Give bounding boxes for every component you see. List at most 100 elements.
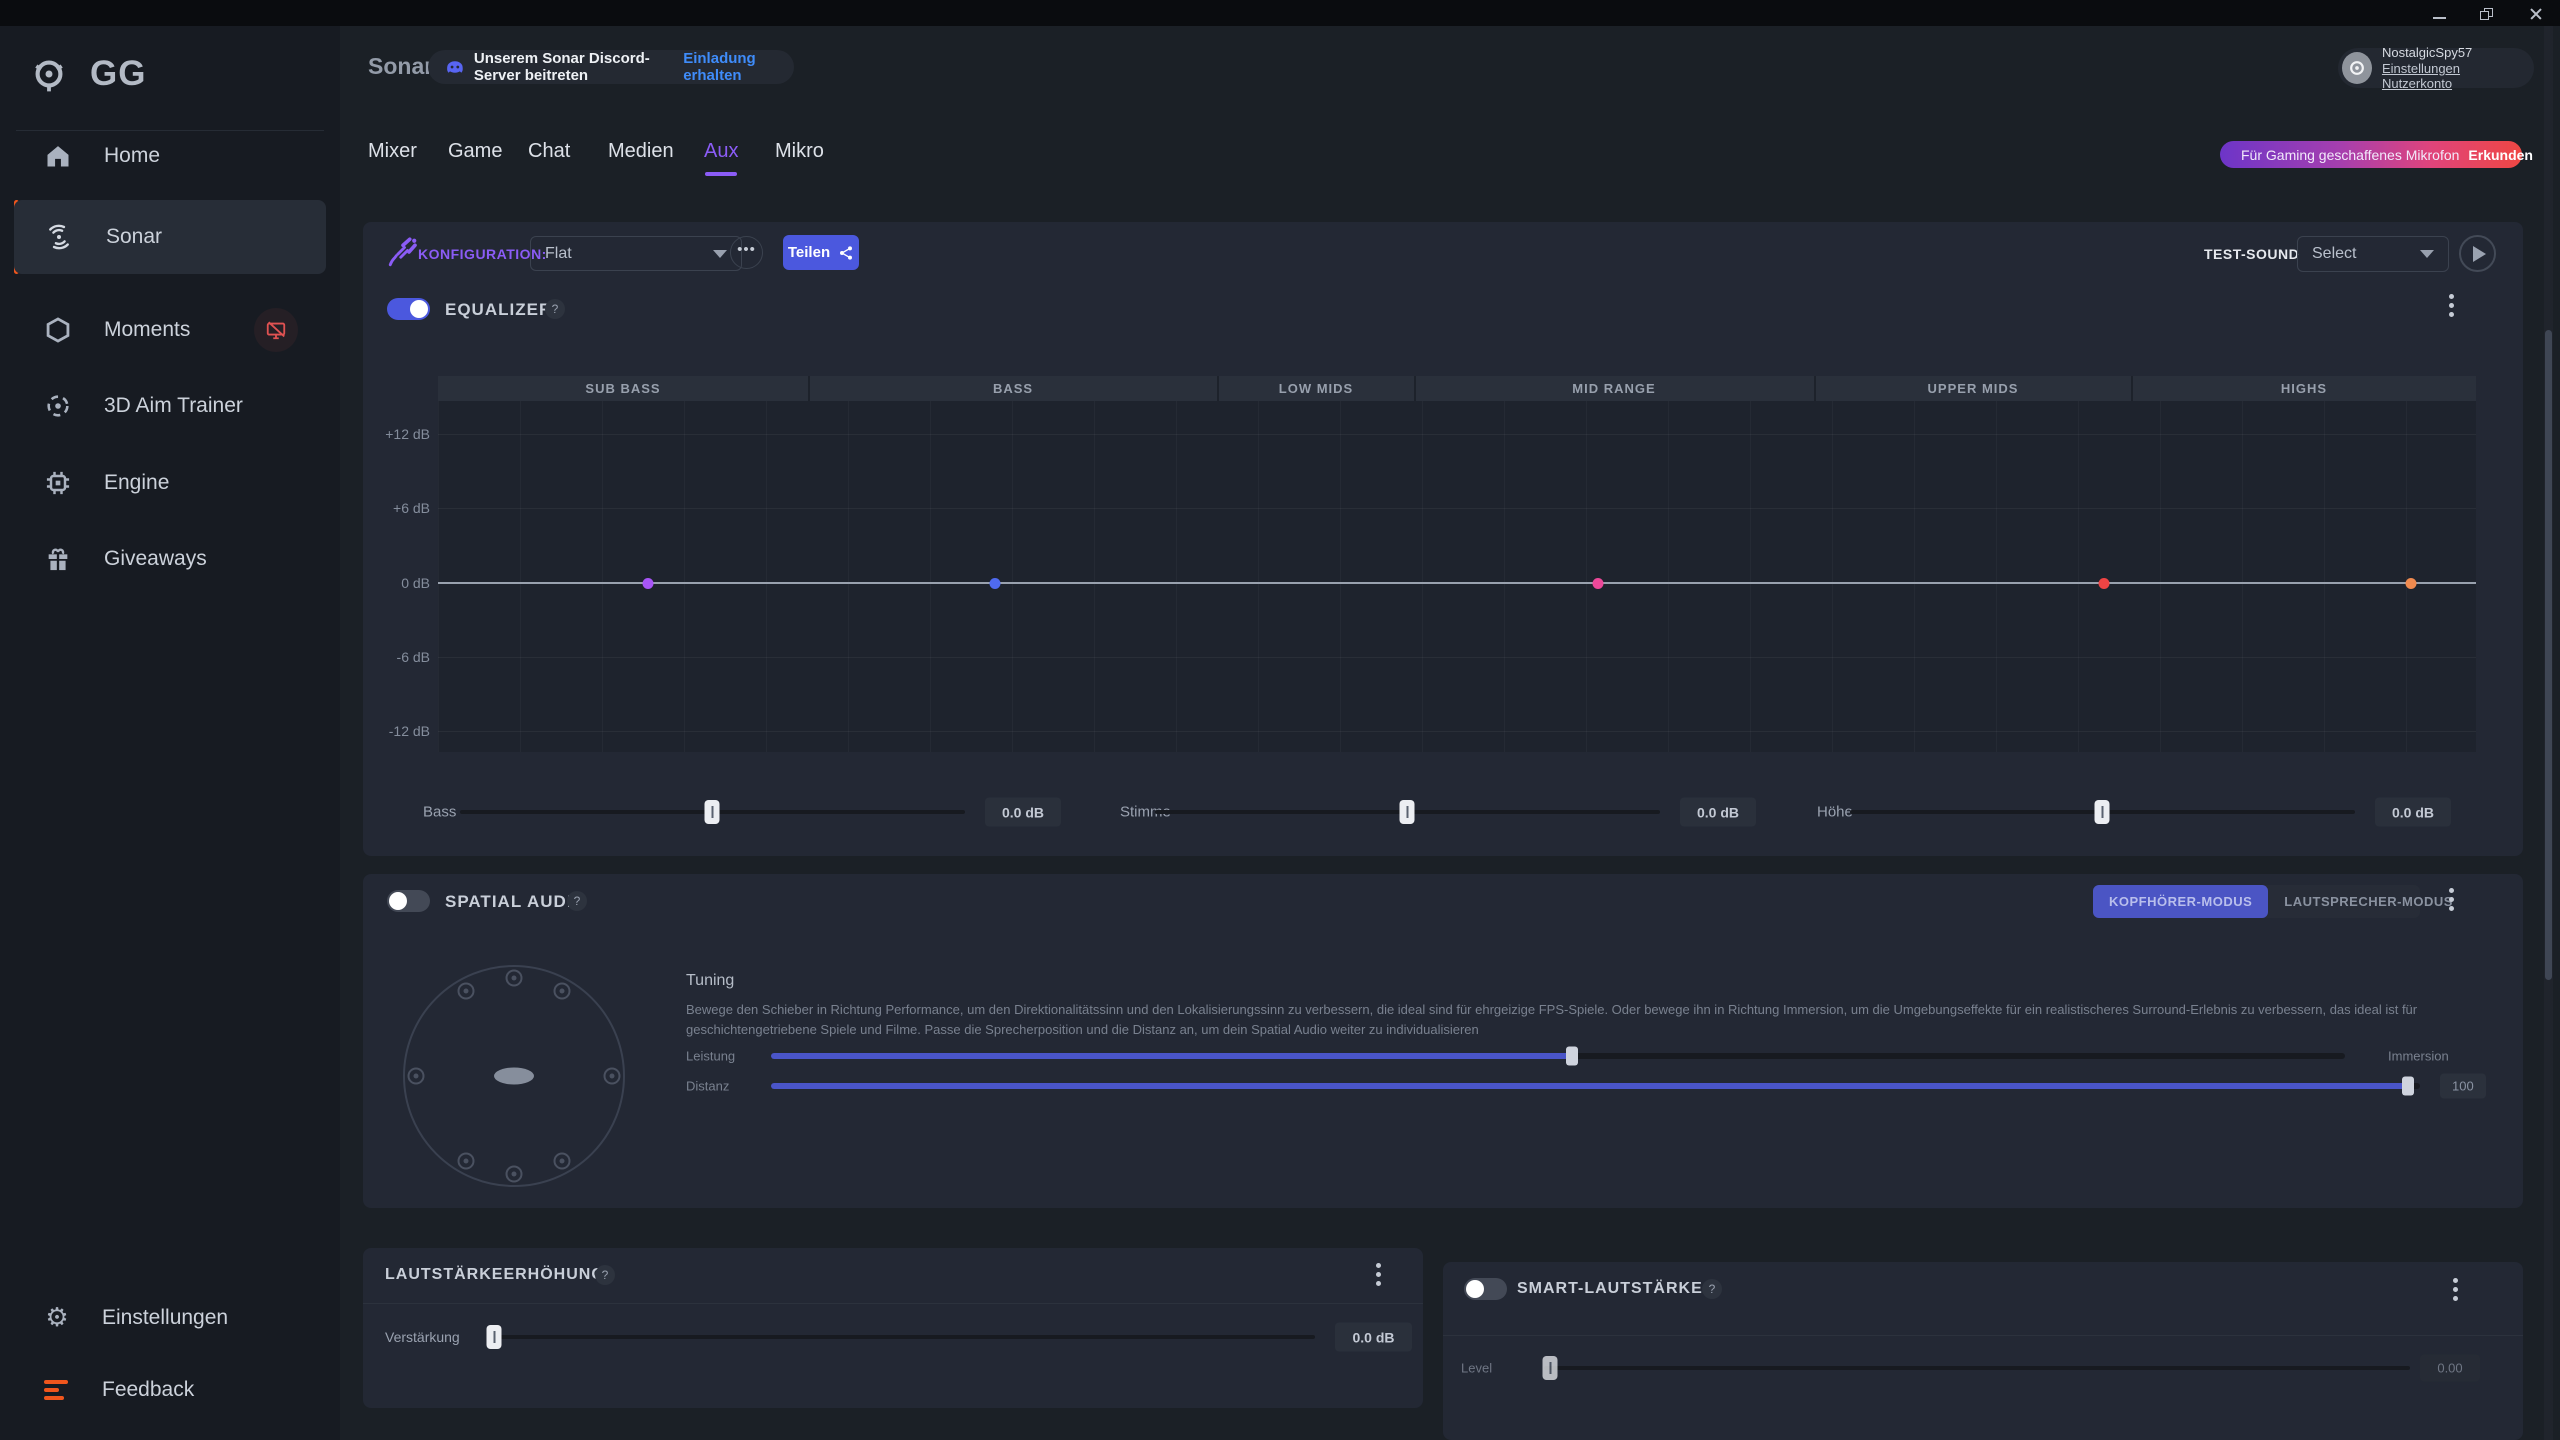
headphone-mode-button[interactable]: KOPFHÖRER-MODUS <box>2093 885 2269 918</box>
share-button[interactable]: Teilen <box>783 235 859 270</box>
configuration-jack-icon <box>388 237 417 267</box>
speaker-node-bottom[interactable] <box>505 1165 523 1183</box>
speaker-node-top-left[interactable] <box>457 982 475 1000</box>
configuration-select[interactable]: Flat <box>530 236 742 271</box>
sidebar-item-sonar[interactable]: Sonar <box>14 200 326 274</box>
divider <box>1443 1335 2523 1336</box>
band-label: SUB BASS <box>585 381 661 396</box>
volume-boost-menu-icon[interactable] <box>1376 1263 1382 1286</box>
sidebar-item-engine[interactable]: Engine <box>14 451 326 515</box>
speaker-node-top[interactable] <box>505 969 523 987</box>
spatial-audio-help-icon[interactable]: ? <box>567 891 587 911</box>
config-more-button[interactable]: ••• <box>730 236 763 269</box>
logo-text: GG <box>90 54 147 93</box>
speaker-mode-button[interactable]: LAUTSPRECHER-MODUS <box>2268 885 2469 918</box>
smart-volume-help-icon[interactable]: ? <box>1702 1279 1722 1299</box>
active-tab-underline <box>705 172 737 176</box>
user-account[interactable]: NostalgicSpy57 Einstellungen Nutzerkonto <box>2338 45 2534 91</box>
home-icon <box>47 146 69 167</box>
user-name: NostalgicSpy57 <box>2381 45 2473 60</box>
speaker-node-left[interactable] <box>407 1067 425 1085</box>
eq-point-bass[interactable] <box>989 577 1001 589</box>
voice-slider-value: 0.0 dB <box>1680 797 1756 827</box>
steelseries-avatar-icon <box>2350 61 2364 75</box>
gear-icon: ⚙ <box>45 1303 69 1333</box>
equalizer-help-icon[interactable]: ? <box>545 299 565 319</box>
treble-slider-track[interactable] <box>1850 800 2355 824</box>
performance-slider-track[interactable] <box>771 1046 2345 1066</box>
db-tick: +6 dB <box>393 500 430 516</box>
close-icon[interactable] <box>2528 8 2544 20</box>
level-slider-value: 0.00 <box>2420 1354 2480 1382</box>
scrollbar-thumb[interactable] <box>2545 330 2552 980</box>
tab-aux[interactable]: Aux <box>704 140 738 163</box>
db-tick: -12 dB <box>388 723 430 739</box>
sidebar-item-home[interactable]: Home <box>14 124 326 188</box>
equalizer-title: EQUALIZER <box>445 300 553 319</box>
bass-slider-value: 0.0 dB <box>985 797 1061 827</box>
voice-slider-handle[interactable] <box>1399 800 1415 824</box>
sidebar-item-giveaways[interactable]: Giveaways <box>14 527 326 591</box>
gain-slider-track[interactable] <box>486 1325 1315 1349</box>
tab-mixer[interactable]: Mixer <box>368 140 417 163</box>
minimize-icon[interactable] <box>2432 8 2448 20</box>
smart-volume-toggle[interactable] <box>1464 1278 1507 1300</box>
discord-banner-text: Unserem Sonar Discord-Server beitreten <box>473 50 650 84</box>
sidebar-item-label: Feedback <box>102 1378 195 1401</box>
eq-point-uppermids[interactable] <box>2098 577 2110 589</box>
level-slider-handle[interactable] <box>1542 1356 1558 1380</box>
spatial-mode-switch: KOPFHÖRER-MODUS LAUTSPRECHER-MODUS <box>2093 885 2452 918</box>
tab-game[interactable]: Game <box>448 140 502 163</box>
sidebar-item-3d-aim-trainer[interactable]: 3D Aim Trainer <box>14 374 326 438</box>
speaker-node-right[interactable] <box>603 1067 621 1085</box>
monitor-off-icon <box>266 321 286 340</box>
gain-slider-handle[interactable] <box>486 1325 502 1349</box>
sidebar-item-feedback[interactable]: Feedback <box>14 1358 326 1422</box>
level-slider-track[interactable] <box>1542 1356 2410 1380</box>
play-test-sound-button[interactable] <box>2459 235 2496 272</box>
discord-invite-link[interactable]: Einladung erhalten <box>683 50 776 84</box>
sidebar-item-label: Moments <box>104 318 191 341</box>
sidebar-item-einstellungen[interactable]: ⚙ Einstellungen <box>14 1286 326 1350</box>
eq-point-midrange[interactable] <box>1592 577 1604 589</box>
sidebar-item-label: Sonar <box>106 225 163 248</box>
distance-slider-handle[interactable] <box>2402 1076 2414 1096</box>
volume-boost-help-icon[interactable]: ? <box>595 1265 615 1285</box>
tab-medien[interactable]: Medien <box>608 140 674 163</box>
treble-slider-label: Höhe <box>1817 803 1853 821</box>
speaker-node-bottom-left[interactable] <box>457 1152 475 1170</box>
performance-slider-label: Leistung <box>686 1048 736 1064</box>
equalizer-toggle[interactable] <box>387 298 430 320</box>
bass-slider-handle[interactable] <box>704 800 720 824</box>
eq-point-highs[interactable] <box>2405 577 2417 589</box>
performance-slider-handle[interactable] <box>1566 1046 1578 1066</box>
equalizer-menu-icon[interactable] <box>2449 294 2455 317</box>
treble-slider-handle[interactable] <box>2094 800 2110 824</box>
sidebar-item-moments[interactable]: Moments <box>14 298 326 362</box>
band-label: LOW MIDS <box>1278 381 1354 396</box>
smart-volume-menu-icon[interactable] <box>2453 1278 2459 1301</box>
spatial-menu-icon[interactable] <box>2449 888 2455 911</box>
restore-icon[interactable] <box>2480 8 2496 20</box>
bass-slider-track[interactable] <box>460 800 965 824</box>
discord-icon <box>447 61 463 73</box>
promo-cta[interactable]: Erkunden <box>2468 147 2533 163</box>
user-settings-link[interactable]: Einstellungen Nutzerkonto <box>2382 61 2524 91</box>
distance-slider-track[interactable] <box>771 1076 2420 1096</box>
bass-slider-label: Bass <box>423 803 457 821</box>
speaker-node-bottom-right[interactable] <box>553 1152 571 1170</box>
sonar-icon <box>49 224 69 250</box>
spatial-audio-toggle[interactable] <box>387 890 430 912</box>
band-header: SUB BASS BASS LOW MIDS MID RANGE UPPER M… <box>438 376 2476 401</box>
eq-point-subbass[interactable] <box>642 577 654 589</box>
tab-chat[interactable]: Chat <box>528 140 570 163</box>
eq-plot-area[interactable] <box>438 401 2476 752</box>
test-sound-select[interactable]: Select <box>2297 236 2449 272</box>
share-button-label: Teilen <box>787 244 831 261</box>
tab-mikro[interactable]: Mikro <box>775 140 824 163</box>
mic-promo-badge[interactable]: Für Gaming geschaffenes Mikrofon Erkunde… <box>2220 141 2533 168</box>
voice-slider-track[interactable] <box>1155 800 1660 824</box>
gain-slider-label: Verstärkung <box>385 1329 460 1345</box>
discord-banner[interactable]: Unserem Sonar Discord-Server beitreten E… <box>428 50 794 84</box>
speaker-node-top-right[interactable] <box>553 982 571 1000</box>
